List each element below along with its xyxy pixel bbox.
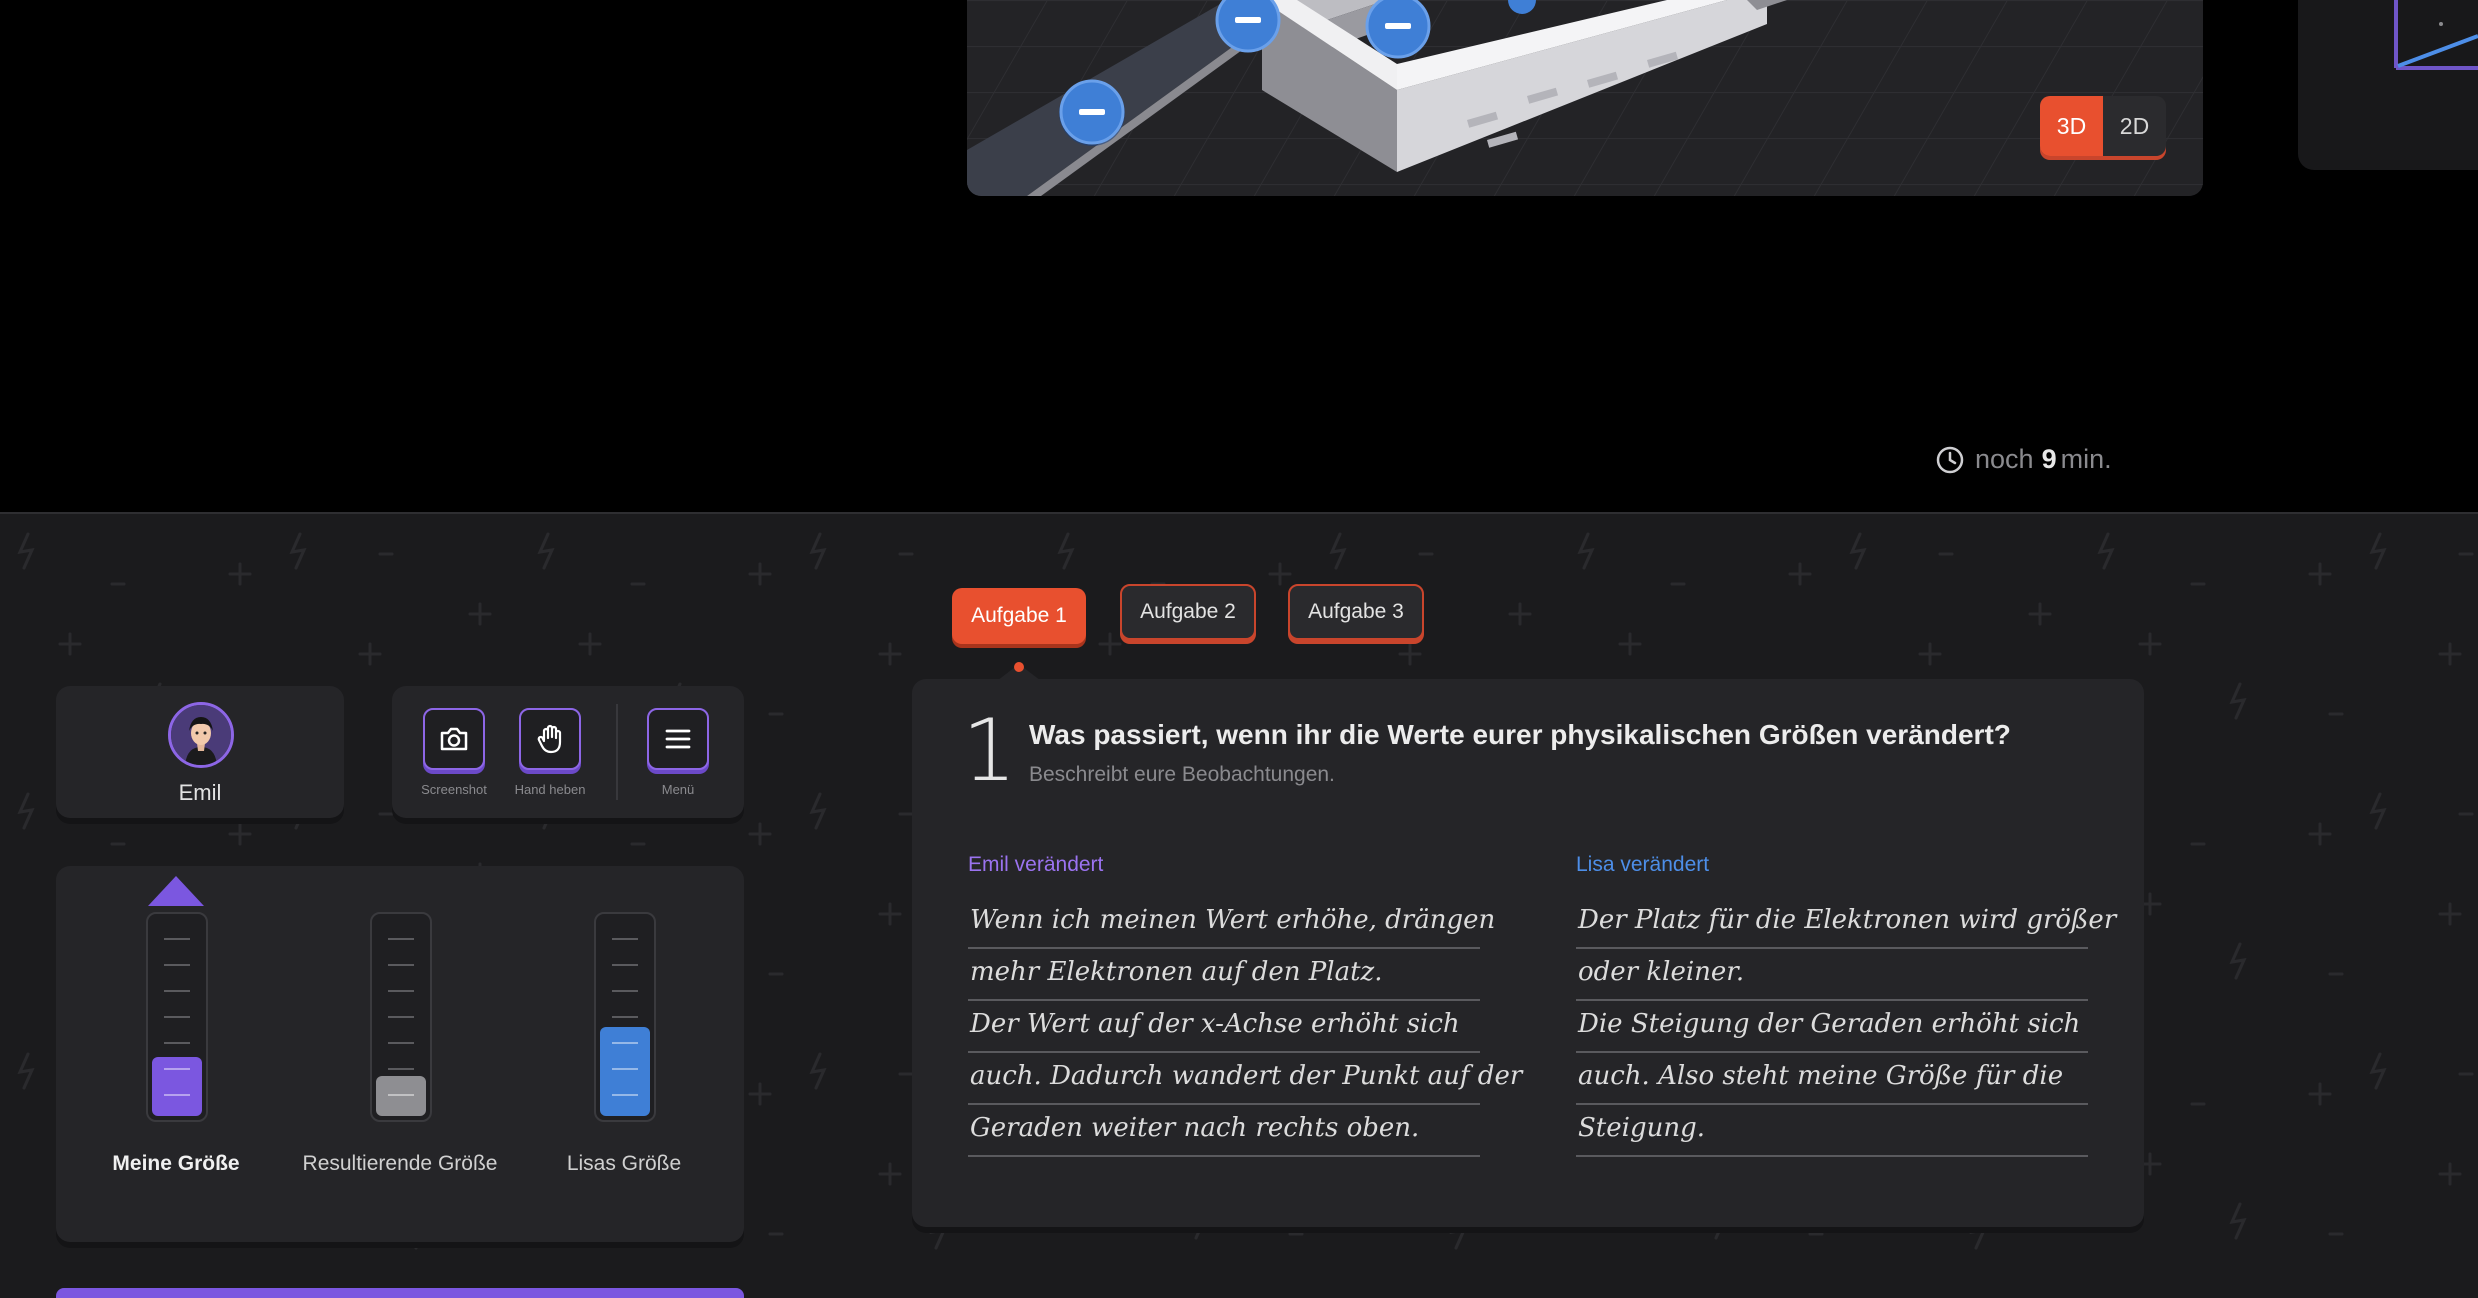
resulting-quantity-slider: [370, 912, 432, 1122]
bottom-panel: Emil Screenshot Hand heben Menü Meine Gr…: [0, 512, 2478, 1298]
isometric-scene-graphic: [967, 0, 2203, 196]
slider-tick: [612, 1068, 638, 1070]
lisa-notes-title: Lisa verändert: [1576, 853, 1710, 876]
user-name: Emil: [178, 780, 222, 805]
slider-tick: [388, 1016, 414, 1018]
simulation-scene[interactable]: 3D 2D: [967, 0, 2203, 196]
slider-tick: [612, 1094, 638, 1096]
menu-icon: [665, 729, 691, 749]
slider-tick: [612, 1016, 638, 1018]
note-line[interactable]: Wenn ich meinen Wert erhöhe, drängen: [968, 897, 1495, 949]
slider-tick: [612, 964, 638, 966]
task-question: Was passiert, wenn ihr die Werte eurer p…: [1029, 719, 2011, 750]
lisa-quantity-label: Lisas Größe: [566, 1152, 682, 1175]
task-card: 1 Was passiert, wenn ihr die Werte eurer…: [912, 679, 2144, 1227]
menu-label: Menü: [661, 782, 695, 797]
note-line[interactable]: Der Wert auf der x-Achse erhöht sich: [968, 1001, 1480, 1053]
note-line: Der Platz für die Elektronen wird größer: [1576, 897, 2116, 949]
slider-tick: [388, 1068, 414, 1070]
tab-aufgabe-1[interactable]: Aufgabe 1: [952, 588, 1086, 644]
emil-notes-title: Emil verändert: [968, 853, 1104, 876]
graph-panel: [2298, 0, 2478, 170]
slider-tick: [164, 964, 190, 966]
tab-aufgabe-2[interactable]: Aufgabe 2: [1120, 584, 1256, 640]
slider-tick: [388, 938, 414, 940]
emil-notes-column: Emil verändert Wenn ich meinen Wert erhö…: [968, 853, 1522, 1157]
slider-tick: [612, 938, 638, 940]
my-quantity-slider[interactable]: [146, 912, 208, 1122]
slider-tick: [164, 1094, 190, 1096]
slider-tick: [164, 1068, 190, 1070]
task-number: 1: [962, 701, 1017, 801]
user-card: Emil: [56, 686, 344, 818]
clock-icon: [1936, 446, 1964, 473]
slider-tick: [388, 1042, 414, 1044]
timer-value: 9: [2041, 444, 2057, 474]
toolbar-divider: [616, 704, 618, 800]
lisa-notes-column: Lisa verändert Der Platz für die Elektro…: [1576, 853, 2116, 1157]
active-tab-dot: [1014, 662, 1024, 672]
slider-tick: [164, 938, 190, 940]
timer-prefix: noch: [1975, 444, 2034, 474]
graph-preview-graphic: [2394, 0, 2478, 70]
tab-aufgabe-3[interactable]: Aufgabe 3: [1288, 584, 1424, 640]
raise-hand-label: Hand heben: [514, 782, 586, 797]
quantity-sliders-card: Meine Größe Resultierende Größe Lisas Gr…: [56, 866, 744, 1242]
note-line[interactable]: auch. Dadurch wandert der Punkt auf der: [968, 1053, 1522, 1105]
purple-bar: [56, 1288, 744, 1298]
menu-button[interactable]: [647, 708, 709, 770]
slider-tick: [388, 990, 414, 992]
avatar: [168, 702, 234, 768]
slider-tick: [388, 1094, 414, 1096]
task-subtitle: Beschreibt eure Beobachtungen.: [1029, 763, 1335, 786]
view-3d-button[interactable]: 3D: [2040, 96, 2103, 156]
slider-tick: [612, 990, 638, 992]
slider-tick: [164, 1042, 190, 1044]
note-line[interactable]: Geraden weiter nach rechts oben.: [968, 1105, 1480, 1157]
slider-tick: [164, 1016, 190, 1018]
note-line: oder kleiner.: [1576, 949, 2088, 1001]
slider-fill: [152, 1057, 202, 1116]
raise-hand-button[interactable]: [519, 708, 581, 770]
screenshot-tool: Screenshot: [421, 708, 487, 797]
screenshot-label: Screenshot: [421, 782, 487, 797]
slider-fill: [600, 1027, 650, 1116]
menu-tool: Menü: [647, 708, 709, 797]
slider-tick: [388, 964, 414, 966]
note-line: Die Steigung der Geraden erhöht sich: [1576, 1001, 2088, 1053]
raise-hand-tool: Hand heben: [515, 708, 585, 797]
my-quantity-label: Meine Größe: [112, 1152, 240, 1175]
view-2d-button[interactable]: 2D: [2103, 96, 2166, 156]
resulting-quantity-label: Resultierende Größe: [302, 1152, 498, 1175]
slider-tick: [612, 1042, 638, 1044]
hand-icon: [537, 724, 562, 754]
slider-tick: [164, 990, 190, 992]
user-avatar-icon: [171, 705, 231, 765]
camera-icon: [440, 727, 468, 751]
electron-icon: [1059, 79, 1125, 146]
view-mode-toggle[interactable]: 3D 2D: [2040, 96, 2166, 156]
toolbar: Screenshot Hand heben Menü: [392, 686, 744, 818]
note-line[interactable]: mehr Elektronen auf den Platz.: [968, 949, 1480, 1001]
selection-pointer-icon: [148, 876, 204, 906]
slider-fill: [376, 1076, 426, 1116]
time-remaining: noch 9 min.: [1935, 444, 2112, 475]
lisa-quantity-slider: [594, 912, 656, 1122]
note-line: Steigung.: [1576, 1105, 2088, 1157]
note-line: auch. Also steht meine Größe für die: [1576, 1053, 2088, 1105]
screenshot-button[interactable]: [423, 708, 485, 770]
timer-suffix: min.: [2060, 444, 2112, 474]
